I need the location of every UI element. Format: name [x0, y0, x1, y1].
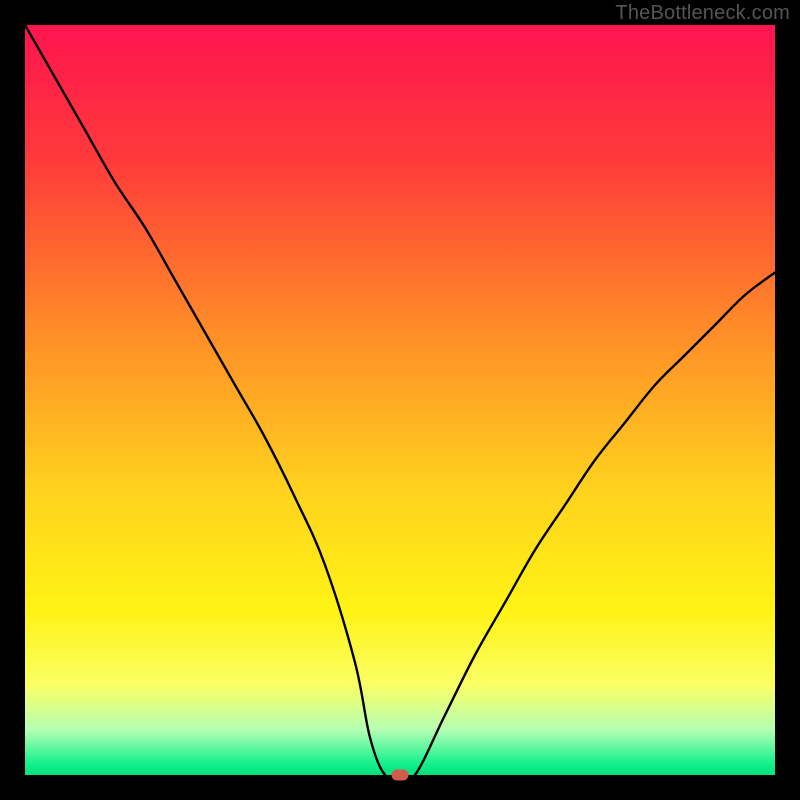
- gradient-background: [25, 25, 775, 775]
- chart-frame: TheBottleneck.com: [0, 0, 800, 800]
- optimal-point-marker: [392, 770, 409, 781]
- bottleneck-chart: [25, 25, 775, 775]
- watermark-text: TheBottleneck.com: [615, 2, 790, 25]
